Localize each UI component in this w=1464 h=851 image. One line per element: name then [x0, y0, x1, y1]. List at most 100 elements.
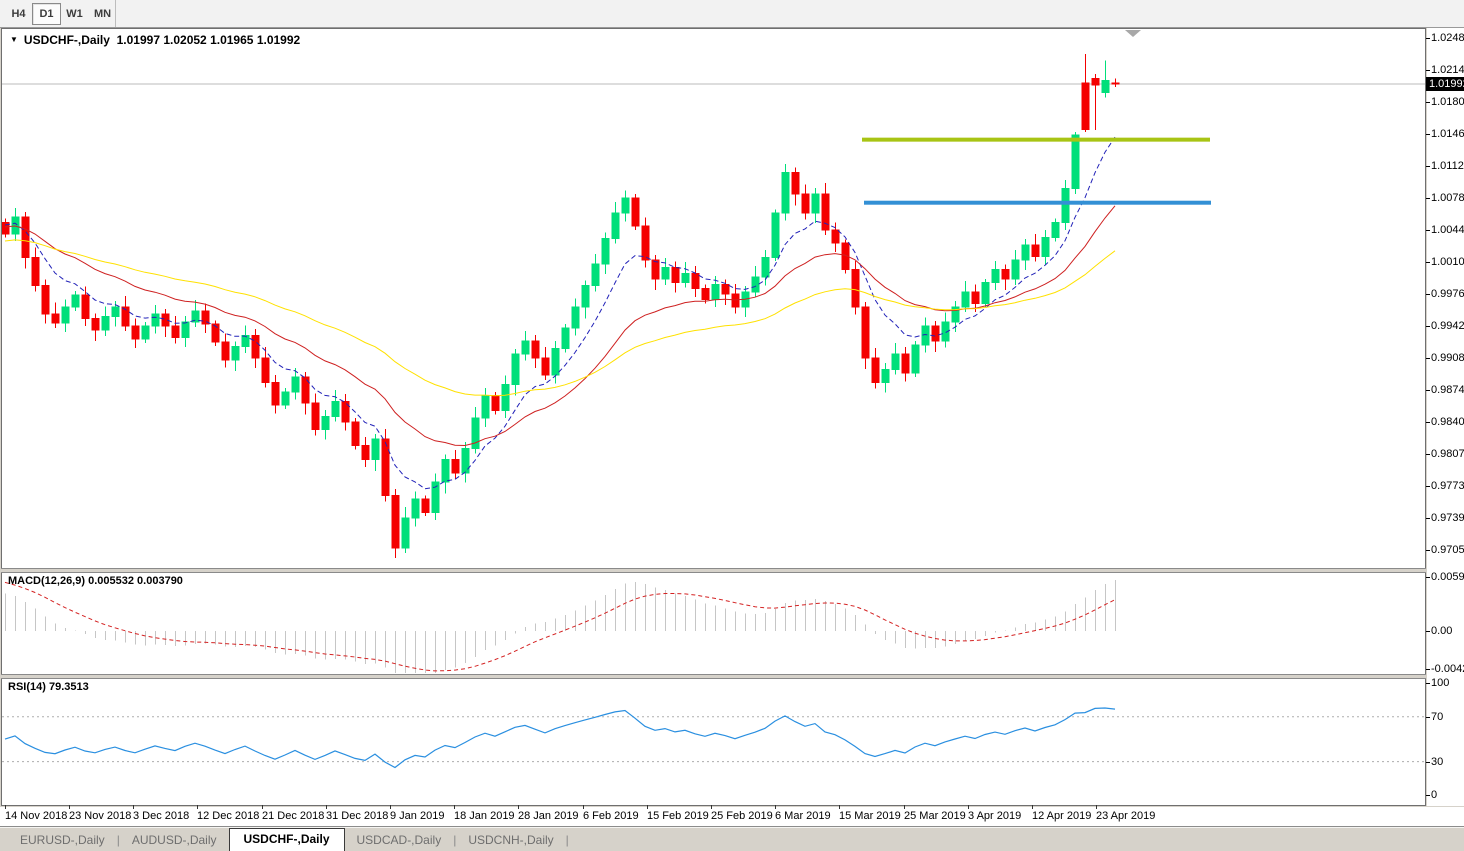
macd-signal-value: 0.003790 [137, 575, 183, 587]
main-chart-pane[interactable] [2, 28, 1425, 568]
ohlc-open: 1.01997 [116, 33, 160, 47]
date-axis-label: 14 Nov 2018 [5, 810, 68, 822]
tab-audusd-daily[interactable]: AUDUSD-,Daily [120, 830, 229, 851]
macd-axis-label: 0.00 [1431, 625, 1453, 637]
rsi-label: RSI(14) 79.3513 [8, 681, 89, 693]
axis-tick [1426, 230, 1430, 231]
axis-tick [1426, 262, 1430, 263]
axis-tick [1426, 631, 1430, 632]
axis-tick [1426, 134, 1430, 135]
date-tick [583, 805, 584, 809]
axis-tick [1426, 70, 1430, 71]
date-tick [711, 805, 712, 809]
price-axis-label: 1.01460 [1431, 128, 1464, 140]
date-axis-label: 15 Mar 2019 [839, 810, 901, 822]
price-axis-label: 1.00780 [1431, 192, 1464, 204]
axis-tick [1426, 795, 1430, 797]
axis-tick [1426, 390, 1430, 391]
date-axis-label: 25 Feb 2019 [711, 810, 773, 822]
date-axis-label: 18 Jan 2019 [454, 810, 515, 822]
date-tick [968, 805, 969, 809]
date-axis-label: 12 Apr 2019 [1032, 810, 1092, 822]
price-axis-label: 1.02480 [1431, 32, 1464, 44]
axis-tick [1426, 669, 1430, 671]
price-axis-label: 1.00440 [1431, 224, 1464, 236]
date-tick [390, 805, 391, 809]
macd-signal-line [4, 581, 1116, 672]
macd-histogram [5, 579, 1116, 673]
trendline-resistance-lower[interactable] [864, 200, 1211, 205]
macd-main-value: 0.005532 [88, 575, 134, 587]
macd-label: MACD(12,26,9) 0.005532 0.003790 [8, 575, 183, 587]
date-tick [839, 805, 840, 809]
date-axis-label: 12 Dec 2018 [197, 810, 260, 822]
tab-usdcnh-daily[interactable]: USDCNH-,Daily [456, 830, 565, 851]
date-tick [326, 805, 327, 809]
date-axis-label: 25 Mar 2019 [904, 810, 966, 822]
price-axis-label: 1.01800 [1431, 96, 1464, 108]
macd-axis-label: 0.005997 [1431, 571, 1464, 583]
price-axis-label: 1.00100 [1431, 256, 1464, 268]
date-tick [1032, 805, 1033, 809]
chart-title: ▼ USDCHF-,Daily 1.01997 1.02052 1.01965 1… [10, 33, 300, 47]
candles [2, 54, 1120, 558]
ohlc-low: 1.01965 [210, 33, 254, 47]
date-tick [518, 805, 519, 809]
date-axis-label: 3 Dec 2018 [133, 810, 190, 822]
pane-separator[interactable] [1, 568, 1426, 573]
date-tick [647, 805, 648, 809]
price-axis-label: 1.02140 [1431, 64, 1464, 76]
date-tick [133, 805, 134, 809]
toolbar-separator [115, 0, 116, 27]
date-tick [262, 805, 263, 809]
chart-symbol: USDCHF-,Daily [23, 33, 110, 47]
axis-tick [1426, 198, 1430, 199]
macd-axis-label: -0.004244 [1431, 663, 1464, 676]
tab-usdchf-daily[interactable]: USDCHF-,Daily [228, 828, 345, 851]
pane-separator[interactable] [1, 674, 1426, 679]
rsi-axis-label: 100 [1431, 677, 1450, 689]
autoscroll-marker-icon [1125, 30, 1141, 37]
timeframe-button-h4[interactable]: H4 [4, 3, 33, 25]
axis-tick [1426, 716, 1430, 718]
timeframe-button-mn[interactable]: MN [88, 3, 117, 25]
axis-tick [1426, 38, 1430, 39]
rsi-axis-label: 0 [1431, 789, 1438, 802]
price-axis-label: 0.97390 [1431, 512, 1464, 524]
tab-usdcad-daily[interactable]: USDCAD-,Daily [345, 830, 454, 851]
price-axis-label: 0.98400 [1431, 416, 1464, 428]
date-axis-label: 3 Apr 2019 [968, 810, 1022, 822]
date-tick [197, 805, 198, 809]
axis-tick [1426, 683, 1430, 684]
date-tick [454, 805, 455, 809]
date-tick [775, 805, 776, 809]
trendline-resistance-upper[interactable] [862, 137, 1210, 142]
date-axis-label: 28 Jan 2019 [518, 810, 579, 822]
price-axis-label: 0.99760 [1431, 288, 1464, 300]
timeframe-button-w1[interactable]: W1 [60, 3, 89, 25]
rsi-pane[interactable] [2, 679, 1425, 805]
ohlc-high: 1.02052 [163, 33, 207, 47]
date-tick [1096, 805, 1097, 809]
date-axis-label: 9 Jan 2019 [390, 810, 445, 822]
axis-tick [1426, 761, 1430, 763]
axis-tick [1426, 422, 1430, 423]
current-price-tag: 1.01992 [1426, 76, 1464, 91]
price-axis-label: 0.97730 [1431, 480, 1464, 492]
date-axis-label: 23 Nov 2018 [69, 810, 132, 822]
macd-pane[interactable] [2, 573, 1425, 673]
date-axis-label: 23 Apr 2019 [1096, 810, 1156, 822]
axis-tick [1426, 358, 1430, 359]
symbol-dropdown-icon[interactable]: ▼ [10, 35, 18, 44]
date-axis[interactable]: 14 Nov 2018 23 Nov 2018 3 Dec 2018 12 Dec 2… [0, 805, 1464, 826]
price-axis-label: 0.98740 [1431, 384, 1464, 396]
timeframe-button-d1[interactable]: D1 [32, 3, 61, 25]
tab-separator: | [565, 833, 569, 847]
axis-tick [1426, 518, 1430, 519]
rsi-axis-label: 70 [1431, 710, 1444, 723]
tab-eurusd-daily[interactable]: EURUSD-,Daily [8, 830, 117, 851]
ma-fast-line [4, 136, 1116, 490]
axis-tick [1426, 326, 1430, 327]
ohlc-close: 1.01992 [256, 33, 301, 47]
date-tick [69, 805, 70, 809]
